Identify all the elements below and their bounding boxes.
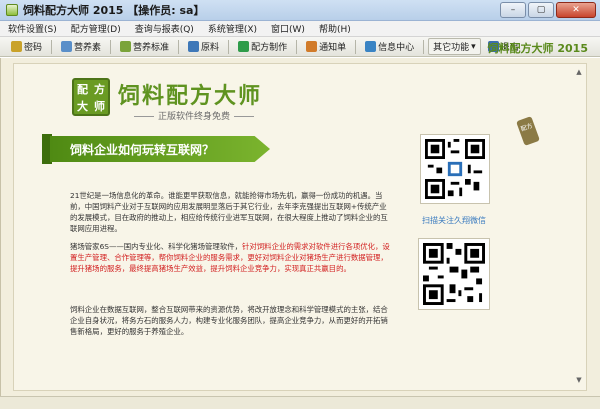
article-paragraph-2: 猪场管家6S——国内专业化、科学化猪场管理软件，针对饲料企业的需求对软件进行各项… xyxy=(70,241,390,274)
brand-title: 饲料配方大师 xyxy=(118,83,263,109)
material-label: 原料 xyxy=(201,43,220,53)
toolbar-divider xyxy=(228,39,230,54)
menu-query-reports[interactable]: 查询与报表(Q) xyxy=(135,22,194,35)
toolbar-divider xyxy=(110,39,112,54)
logo: 配 方 大 师 xyxy=(72,78,110,116)
toolbar-divider xyxy=(51,39,53,54)
chevron-down-icon: ▾ xyxy=(471,41,476,52)
formula-making-button[interactable]: 配方制作 xyxy=(233,38,292,55)
toolbar-divider xyxy=(296,39,298,54)
qr-code-icon xyxy=(423,243,485,305)
qr-code-icon xyxy=(425,139,485,199)
app-icon xyxy=(6,4,18,16)
minimize-button[interactable]: – xyxy=(500,2,526,18)
notice-button[interactable]: 通知单 xyxy=(301,38,351,55)
nutrition-standard-label: 营养标准 xyxy=(133,43,170,53)
other-functions-dropdown[interactable]: 其它功能 ▾ xyxy=(428,38,481,55)
notice-icon xyxy=(306,41,318,52)
window-title: 饲料配方大师 2015 【操作员: sa】 xyxy=(23,4,205,17)
key-icon xyxy=(11,41,22,52)
toolbar-divider xyxy=(355,39,357,54)
article-paragraph-3: 饲料企业在数据互联网，整合互联网带来的资源优势，将改开放理念和科学管理模式的主张… xyxy=(70,305,388,336)
article-paragraph-1: 21世纪是一场信息化的革命。谁能更早获取信息，就能抢得市场先机，赢得一份成功的机… xyxy=(70,191,388,233)
toolbar-divider xyxy=(178,39,180,54)
download-qr-code xyxy=(418,238,490,310)
menu-system-management[interactable]: 系统管理(X) xyxy=(208,22,257,35)
wechat-qr-code xyxy=(420,134,490,204)
info-center-button[interactable]: 信息中心 xyxy=(360,38,419,55)
scroll-down-icon[interactable]: ▼ xyxy=(574,376,584,386)
welcome-panel: ▲ ▼ 配 方 大 师 饲料配方大师 正版软件终身免费 饲料企业如何玩转互联网？… xyxy=(13,63,587,391)
toolbar-brand: 饲料配方大师 2015 xyxy=(487,42,588,55)
logo-char: 师 xyxy=(94,99,105,113)
notice-label: 通知单 xyxy=(319,43,347,53)
password-button[interactable]: 密码 xyxy=(6,38,47,55)
status-bar xyxy=(0,396,600,409)
title-bar: 饲料配方大师 2015 【操作员: sa】 – ▢ ✕ xyxy=(0,0,600,21)
password-label: 密码 xyxy=(24,43,43,53)
menu-help[interactable]: 帮助(H) xyxy=(319,22,351,35)
menu-software-settings[interactable]: 软件设置(S) xyxy=(8,22,57,35)
material-button[interactable]: 原料 xyxy=(183,38,224,55)
standard-icon xyxy=(120,41,132,52)
brand-subtitle: 正版软件终身免费 xyxy=(130,109,258,122)
material-icon xyxy=(188,41,200,52)
paragraph-text: 猪场管家6S——国内专业化、科学化猪场管理软件， xyxy=(70,242,242,251)
info-icon xyxy=(365,41,377,52)
hang-tag: 配方 xyxy=(516,116,540,146)
logo-char: 大 xyxy=(77,99,88,113)
other-functions-label: 其它功能 xyxy=(433,43,470,53)
formula-icon xyxy=(238,41,250,52)
nutrient-icon xyxy=(61,41,73,52)
menu-bar: 软件设置(S) 配方管理(D) 查询与报表(Q) 系统管理(X) 窗口(W) 帮… xyxy=(0,21,600,37)
menu-window[interactable]: 窗口(W) xyxy=(271,22,305,35)
menu-formula-management[interactable]: 配方管理(D) xyxy=(71,22,121,35)
scroll-up-icon[interactable]: ▲ xyxy=(574,68,584,78)
toolbar: 密码 营养素 营养标准 原料 配方制作 通知单 信息中心 其它功能 ▾ 退出 饲… xyxy=(0,37,600,57)
toolbar-divider xyxy=(423,39,425,54)
window-controls: – ▢ ✕ xyxy=(500,2,596,18)
qr-caption: 扫描关注久翔微信 xyxy=(422,216,486,225)
info-center-label: 信息中心 xyxy=(378,43,415,53)
maximize-button[interactable]: ▢ xyxy=(528,2,554,18)
logo-char: 配 xyxy=(77,82,88,96)
promo-banner[interactable]: 饲料企业如何玩转互联网？ xyxy=(50,136,270,162)
nutrient-label: 营养素 xyxy=(74,43,102,53)
close-button[interactable]: ✕ xyxy=(556,2,596,18)
nutrient-button[interactable]: 营养素 xyxy=(56,38,106,55)
formula-making-label: 配方制作 xyxy=(251,43,288,53)
nutrition-standard-button[interactable]: 营养标准 xyxy=(115,38,174,55)
logo-char: 方 xyxy=(94,82,105,96)
main-content: ▲ ▼ 配 方 大 师 饲料配方大师 正版软件终身免费 饲料企业如何玩转互联网？… xyxy=(0,58,600,396)
